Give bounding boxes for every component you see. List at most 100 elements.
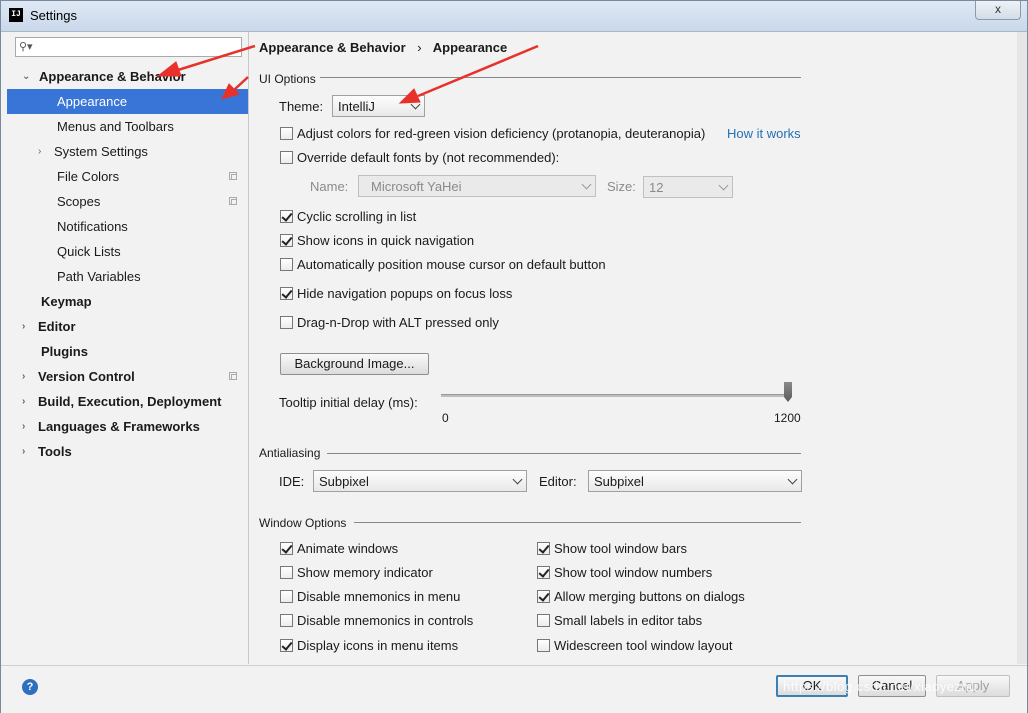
- disable-mnemonics-controls-label: Disable mnemonics in controls: [297, 613, 474, 628]
- settings-window: IJ Settings x ⚲▾ ⌄ Appearance & Behavior…: [0, 0, 1028, 713]
- sidebar-item-label: Version Control: [38, 369, 135, 384]
- show-tool-window-bars-label: Show tool window bars: [554, 541, 687, 556]
- sidebar-item-system-settings[interactable]: › System Settings: [7, 139, 248, 164]
- sidebar-item-appearance[interactable]: Appearance: [7, 89, 248, 114]
- project-scope-icon: [229, 372, 237, 380]
- sidebar-item-label: Quick Lists: [57, 244, 121, 259]
- breadcrumb: Appearance & Behavior › Appearance: [259, 40, 507, 55]
- animate-windows-checkbox[interactable]: [280, 542, 293, 555]
- window-options-title: Window Options: [259, 516, 347, 530]
- sidebar-item-label: Scopes: [57, 194, 101, 209]
- search-input[interactable]: [36, 39, 240, 57]
- sidebar-item-quick-lists[interactable]: Quick Lists: [7, 239, 248, 264]
- sidebar-item-languages-frameworks[interactable]: › Languages & Frameworks: [7, 414, 248, 439]
- background-image-button[interactable]: Background Image...: [280, 353, 429, 375]
- sidebar-item-path-variables[interactable]: Path Variables: [7, 264, 248, 289]
- cyclic-scrolling-checkbox[interactable]: [280, 210, 293, 223]
- tooltip-delay-label: Tooltip initial delay (ms):: [279, 395, 418, 410]
- override-fonts-checkbox[interactable]: [280, 151, 293, 164]
- sidebar-item-plugins[interactable]: Plugins: [7, 339, 248, 364]
- sidebar-item-label: Notifications: [57, 219, 128, 234]
- display-icons-menu-label: Display icons in menu items: [297, 638, 459, 653]
- sidebar-item-label: Appearance: [57, 94, 128, 109]
- intellij-app-icon: IJ: [9, 8, 23, 22]
- settings-search-field[interactable]: ⚲▾: [15, 37, 242, 57]
- sidebar-item-file-colors[interactable]: File Colors: [7, 164, 248, 189]
- font-name-dropdown[interactable]: Microsoft YaHei: [358, 175, 596, 197]
- sidebar-item-menus-toolbars[interactable]: Menus and Toolbars: [7, 114, 248, 139]
- sidebar-item-version-control[interactable]: › Version Control: [7, 364, 248, 389]
- tooltip-delay-track[interactable]: [441, 394, 791, 397]
- cyclic-scrolling-label: Cyclic scrolling in list: [297, 209, 417, 224]
- adjust-colors-checkbox[interactable]: [280, 127, 293, 140]
- display-icons-menu-checkbox[interactable]: [280, 639, 293, 652]
- chevron-right-icon: ›: [22, 371, 26, 382]
- small-labels-editor-tabs-label: Small labels in editor tabs: [554, 613, 703, 628]
- chevron-right-icon: ›: [22, 446, 26, 457]
- editor-antialiasing-value: Subpixel: [594, 474, 644, 489]
- show-memory-indicator-checkbox[interactable]: [280, 566, 293, 579]
- override-fonts-label: Override default fonts by (not recommend…: [297, 150, 560, 165]
- allow-merging-buttons-checkbox[interactable]: [537, 590, 550, 603]
- show-tool-window-numbers-label: Show tool window numbers: [554, 565, 713, 580]
- hide-nav-popups-checkbox[interactable]: [280, 287, 293, 300]
- editor-antialiasing-dropdown[interactable]: Subpixel: [588, 470, 802, 492]
- font-name-label: Name:: [310, 179, 349, 194]
- breadcrumb-current: Appearance: [432, 40, 508, 55]
- chevron-right-icon: ›: [22, 421, 26, 432]
- help-icon[interactable]: ?: [22, 679, 38, 695]
- window-title: Settings: [30, 8, 77, 23]
- tooltip-delay-min: 0: [442, 411, 449, 425]
- title-bar: IJ Settings x: [1, 1, 1027, 32]
- settings-sidebar: ⚲▾ ⌄ Appearance & Behavior Appearance Me…: [7, 32, 249, 664]
- search-icon: ⚲▾: [19, 41, 33, 53]
- small-labels-editor-tabs-checkbox[interactable]: [537, 614, 550, 627]
- section-divider: [327, 453, 801, 454]
- chevron-down-icon: [410, 99, 421, 110]
- auto-position-cursor-checkbox[interactable]: [280, 258, 293, 271]
- sidebar-item-label: Editor: [38, 319, 76, 334]
- animate-windows-label: Animate windows: [297, 541, 399, 556]
- sidebar-item-notifications[interactable]: Notifications: [7, 214, 248, 239]
- sidebar-item-label: Build, Execution, Deployment: [38, 394, 222, 409]
- disable-mnemonics-menu-checkbox[interactable]: [280, 590, 293, 603]
- ide-antialiasing-dropdown[interactable]: Subpixel: [313, 470, 527, 492]
- sidebar-item-label: System Settings: [54, 144, 148, 159]
- show-tool-window-bars-checkbox[interactable]: [537, 542, 550, 555]
- how-it-works-link[interactable]: How it works: [727, 126, 801, 141]
- editor-antialiasing-label: Editor:: [539, 474, 577, 489]
- sidebar-item-label: Tools: [38, 444, 72, 459]
- disable-mnemonics-controls-checkbox[interactable]: [280, 614, 293, 627]
- sidebar-item-label: Languages & Frameworks: [38, 419, 200, 434]
- chevron-right-icon: ›: [22, 396, 26, 407]
- disable-mnemonics-menu-label: Disable mnemonics in menu: [297, 589, 461, 604]
- sidebar-item-label: Keymap: [41, 294, 92, 309]
- settings-content: Appearance & Behavior › Appearance UI Op…: [249, 32, 1017, 664]
- sidebar-item-editor[interactable]: › Editor: [7, 314, 248, 339]
- sidebar-item-appearance-behavior[interactable]: ⌄ Appearance & Behavior: [7, 64, 248, 89]
- chevron-right-icon: ›: [22, 321, 26, 332]
- widescreen-layout-checkbox[interactable]: [537, 639, 550, 652]
- font-size-dropdown[interactable]: 12: [643, 176, 733, 198]
- content-scrollbar[interactable]: [1017, 32, 1027, 664]
- project-scope-icon: [229, 172, 237, 180]
- chevron-down-icon: [718, 180, 729, 191]
- sidebar-item-scopes[interactable]: Scopes: [7, 189, 248, 214]
- chevron-down-icon: [581, 179, 592, 190]
- sidebar-item-build-execution-deployment[interactable]: › Build, Execution, Deployment: [7, 389, 248, 414]
- auto-position-cursor-label: Automatically position mouse cursor on d…: [297, 257, 606, 272]
- sidebar-item-label: Menus and Toolbars: [57, 119, 174, 134]
- theme-dropdown[interactable]: IntelliJ: [332, 95, 425, 117]
- breadcrumb-parent[interactable]: Appearance & Behavior: [259, 40, 406, 55]
- sidebar-item-keymap[interactable]: Keymap: [7, 289, 248, 314]
- show-tool-window-numbers-checkbox[interactable]: [537, 566, 550, 579]
- show-icons-nav-checkbox[interactable]: [280, 234, 293, 247]
- close-button[interactable]: x: [975, 1, 1021, 20]
- ide-antialiasing-value: Subpixel: [319, 474, 369, 489]
- chevron-down-icon: [512, 474, 523, 485]
- sidebar-item-tools[interactable]: › Tools: [7, 439, 248, 464]
- drag-n-drop-alt-checkbox[interactable]: [280, 316, 293, 329]
- tooltip-delay-slider-thumb[interactable]: [784, 382, 792, 402]
- hide-nav-popups-label: Hide navigation popups on focus loss: [297, 286, 513, 301]
- font-size-value: 12: [649, 180, 664, 195]
